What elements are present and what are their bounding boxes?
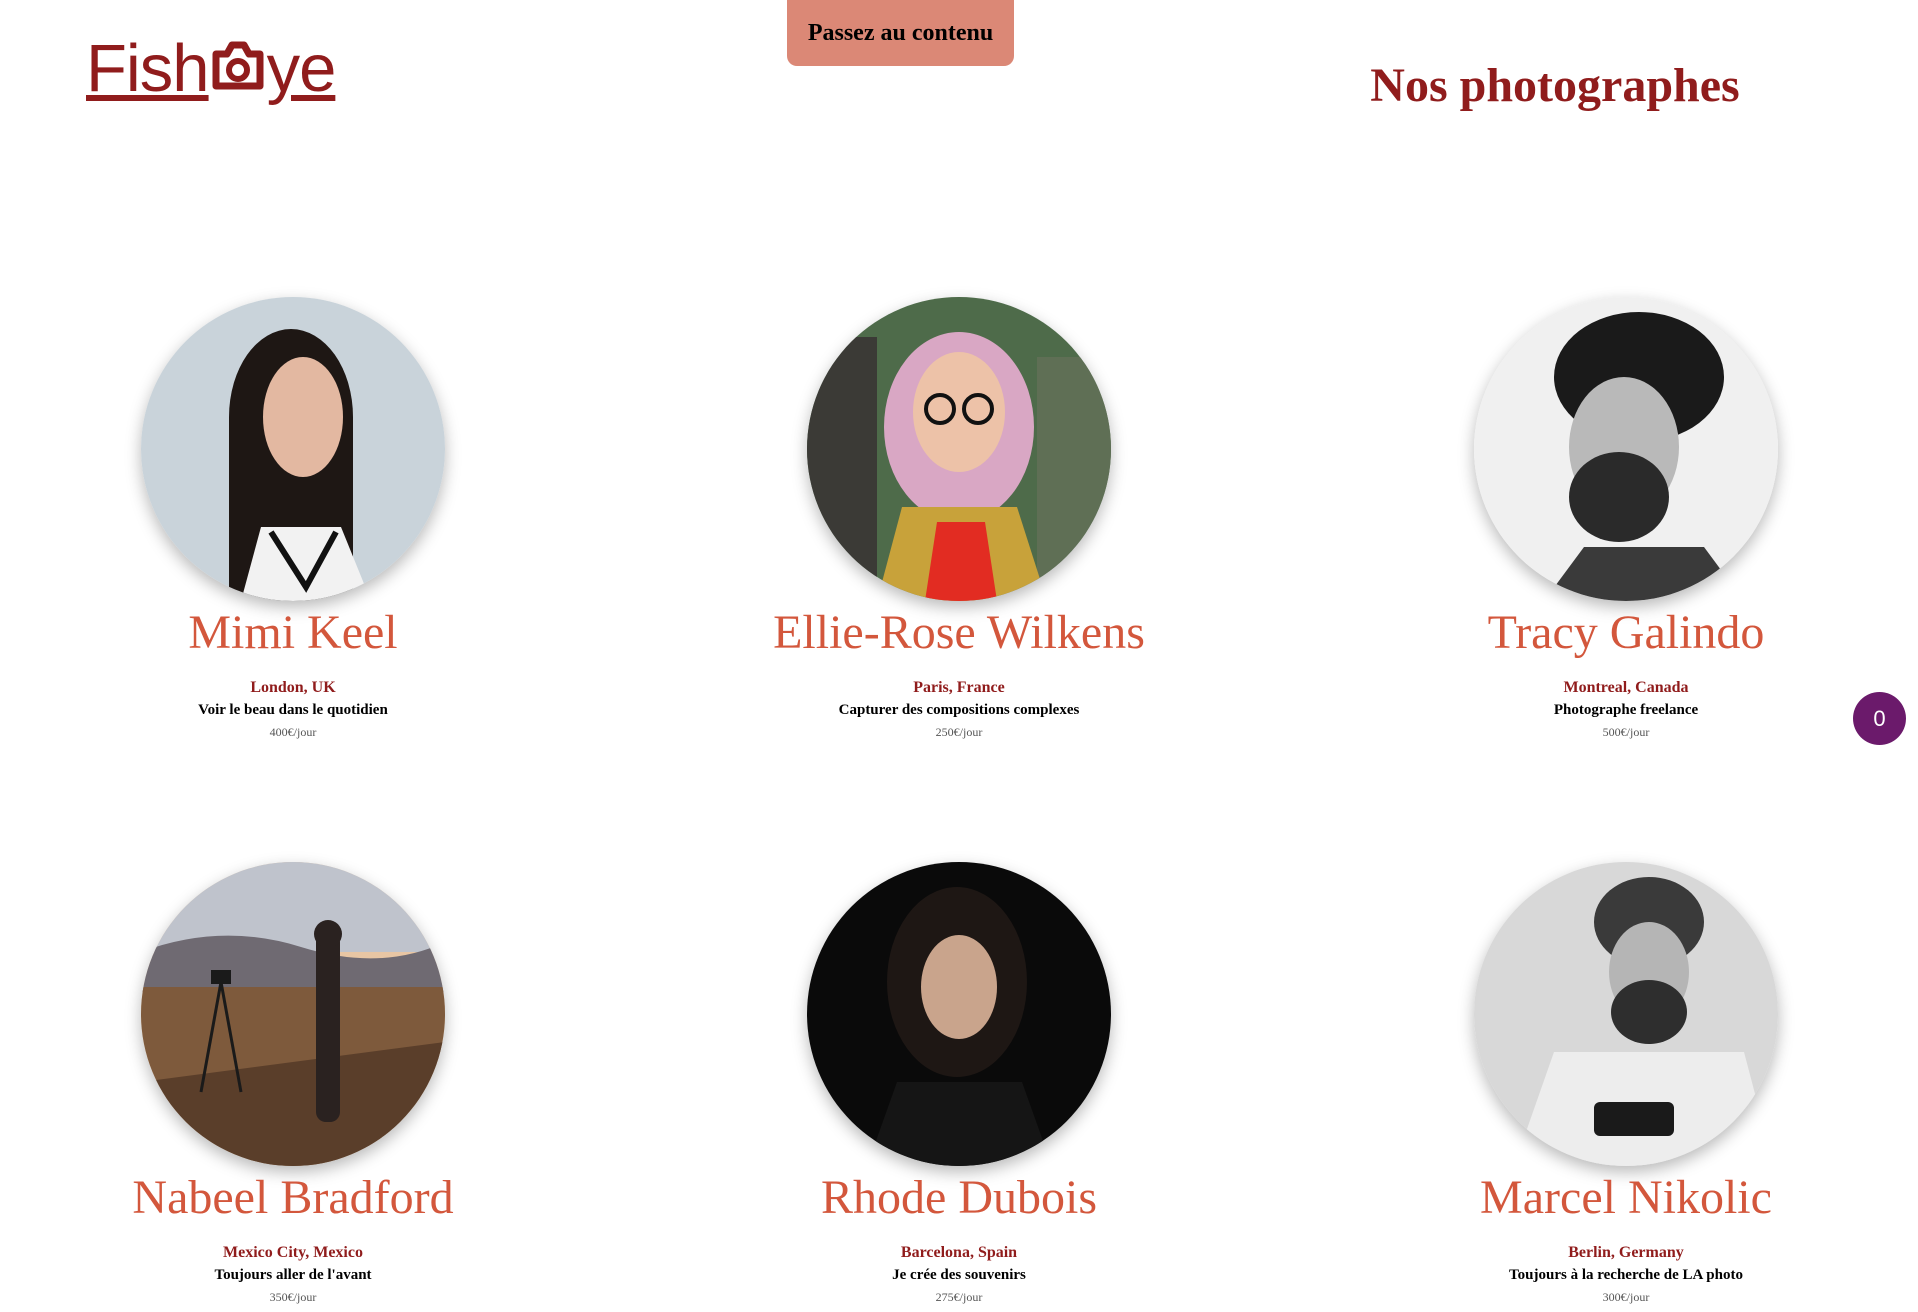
photographer-card-tracy-galindo: Tracy Galindo Montreal, Canada Photograp… — [1366, 297, 1886, 740]
camera-icon — [210, 28, 266, 102]
photographer-card-rhode-dubois: Rhode Dubois Barcelona, Spain Je crée de… — [699, 862, 1219, 1305]
photographer-link[interactable] — [141, 862, 445, 1166]
photographer-link[interactable] — [1474, 862, 1778, 1166]
photographer-portrait — [1474, 862, 1778, 1166]
photographer-card-nabeel-bradford: Nabeel Bradford Mexico City, Mexico Touj… — [33, 862, 553, 1305]
photographer-location: Berlin, Germany — [1568, 1244, 1684, 1261]
photographer-price: 500€/jour — [1602, 725, 1650, 739]
page-title: Nos photographes — [1370, 59, 1740, 112]
photographer-tagline: Voir le beau dans le quotidien — [198, 702, 388, 718]
photographer-tagline: Toujours aller de l'avant — [214, 1267, 372, 1283]
photographer-link[interactable] — [141, 297, 445, 601]
photographer-name: Tracy Galindo — [1487, 606, 1765, 659]
photographer-price: 300€/jour — [1602, 1290, 1650, 1304]
photographer-portrait — [141, 297, 445, 601]
photographer-link[interactable] — [1474, 297, 1778, 601]
photographer-name: Ellie-Rose Wilkens — [773, 606, 1145, 659]
photographer-price: 275€/jour — [935, 1290, 983, 1304]
photographer-name: Nabeel Bradford — [132, 1171, 454, 1224]
photographer-price: 250€/jour — [935, 725, 983, 739]
photographer-location: Mexico City, Mexico — [223, 1244, 363, 1261]
photographer-portrait — [1474, 297, 1778, 601]
photographer-link[interactable] — [807, 862, 1111, 1166]
photographer-price: 400€/jour — [269, 725, 317, 739]
photographer-location: Paris, France — [913, 679, 1005, 696]
photographer-name: Mimi Keel — [188, 606, 398, 659]
photographer-card-marcel-nikolic: Marcel Nikolic Berlin, Germany Toujours … — [1366, 862, 1886, 1305]
photographer-tagline: Capturer des compositions complexes — [838, 702, 1080, 718]
logo-text-right: ye — [266, 31, 337, 106]
photographer-tagline: Photographe freelance — [1553, 702, 1699, 718]
photographer-portrait — [141, 862, 445, 1166]
photographer-link[interactable] — [807, 297, 1111, 601]
photographer-location: Barcelona, Spain — [900, 1244, 1018, 1261]
photographer-name: Rhode Dubois — [821, 1171, 1097, 1224]
photographer-location: London, UK — [250, 679, 336, 696]
photographer-portrait — [807, 297, 1111, 601]
counter-badge[interactable]: 0 — [1853, 692, 1906, 745]
photographer-price: 350€/jour — [269, 1290, 317, 1304]
photographer-tagline: Toujours à la recherche de LA photo — [1509, 1267, 1743, 1283]
photographer-card-ellie-rose-wilkens: Ellie-Rose Wilkens Paris, France Capture… — [699, 297, 1219, 740]
logo-text-left: Fish — [86, 31, 210, 106]
logo-link[interactable]: Fish ye — [86, 28, 337, 106]
photographer-card-mimi-keel: Mimi Keel London, UK Voir le beau dans l… — [33, 297, 553, 740]
photographer-portrait — [807, 862, 1111, 1166]
photographer-location: Montreal, Canada — [1563, 679, 1689, 696]
skip-to-content-link[interactable]: Passez au contenu — [787, 0, 1014, 66]
photographer-tagline: Je crée des souvenirs — [892, 1267, 1026, 1283]
photographer-name: Marcel Nikolic — [1480, 1171, 1772, 1224]
